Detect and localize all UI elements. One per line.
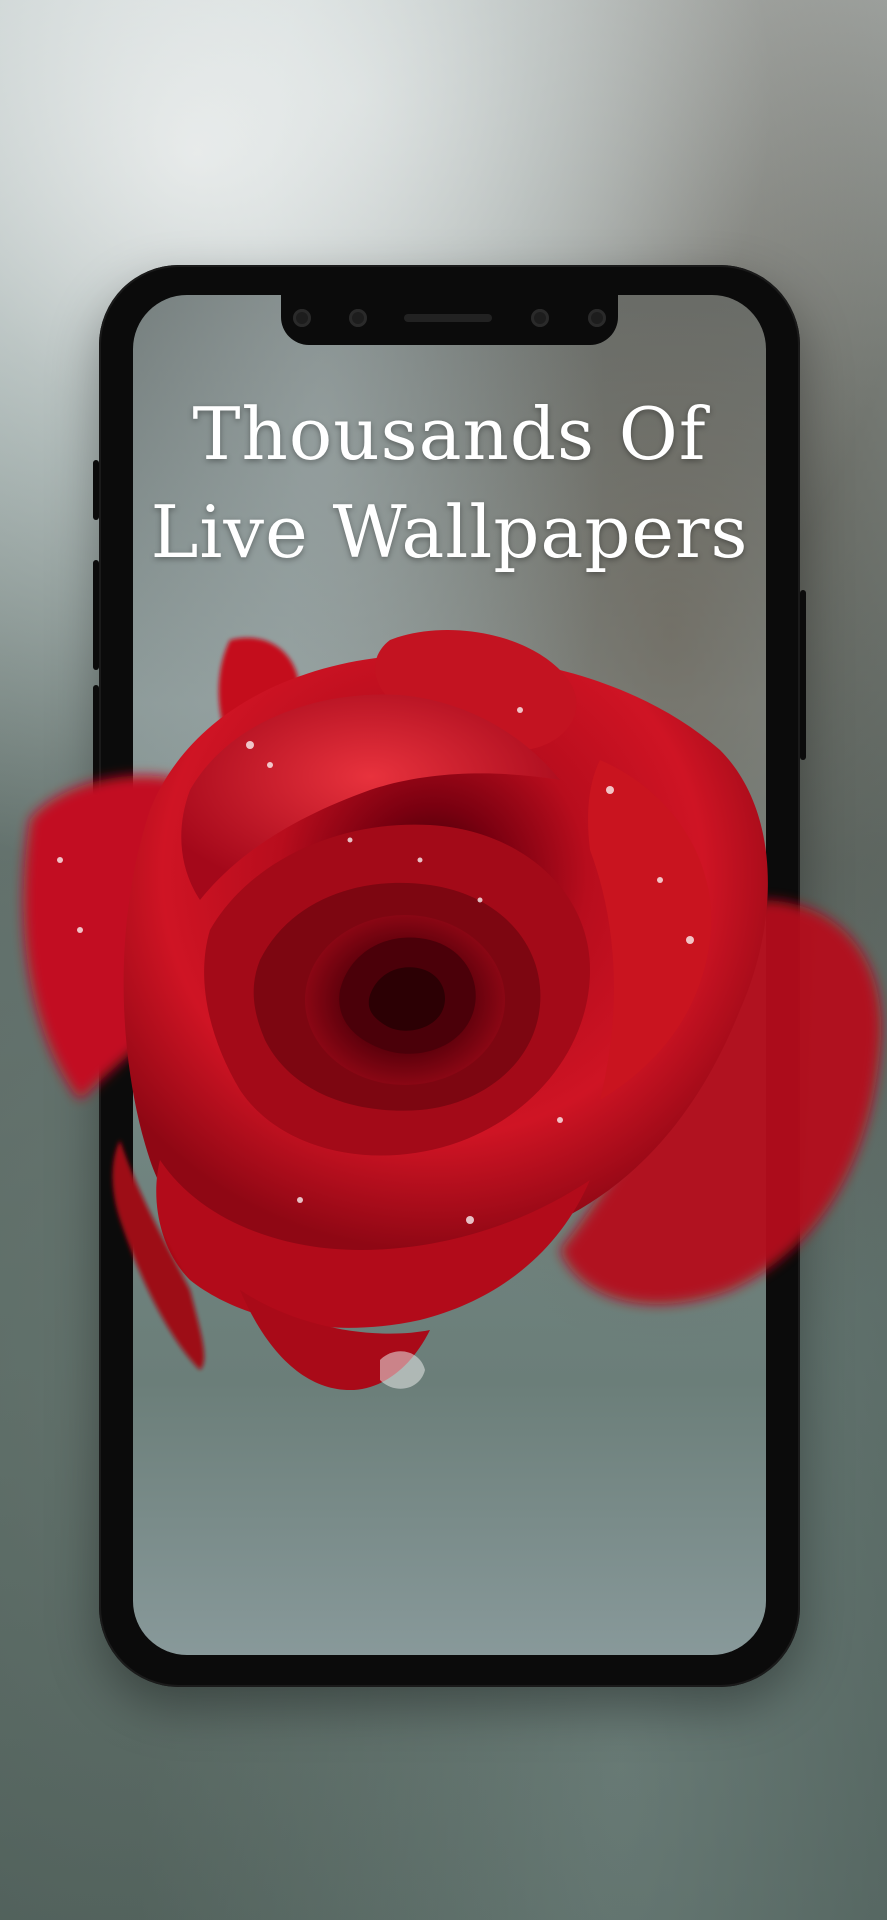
headline-line-1: Thousands Of xyxy=(192,392,707,476)
volume-down-button xyxy=(93,685,99,795)
phone-notch xyxy=(281,295,618,345)
headline-line-2: Live Wallpapers xyxy=(150,490,749,574)
speaker-grille xyxy=(404,314,492,322)
sensor-dot-icon xyxy=(531,309,549,327)
camera-dot-icon xyxy=(293,309,311,327)
promo-screen: Thousands Of Live Wallpapers xyxy=(0,0,887,1920)
sensor-dot-icon xyxy=(349,309,367,327)
camera-dot-icon xyxy=(588,309,606,327)
headline-text: Thousands Of Live Wallpapers xyxy=(99,385,800,581)
power-button xyxy=(800,590,806,760)
